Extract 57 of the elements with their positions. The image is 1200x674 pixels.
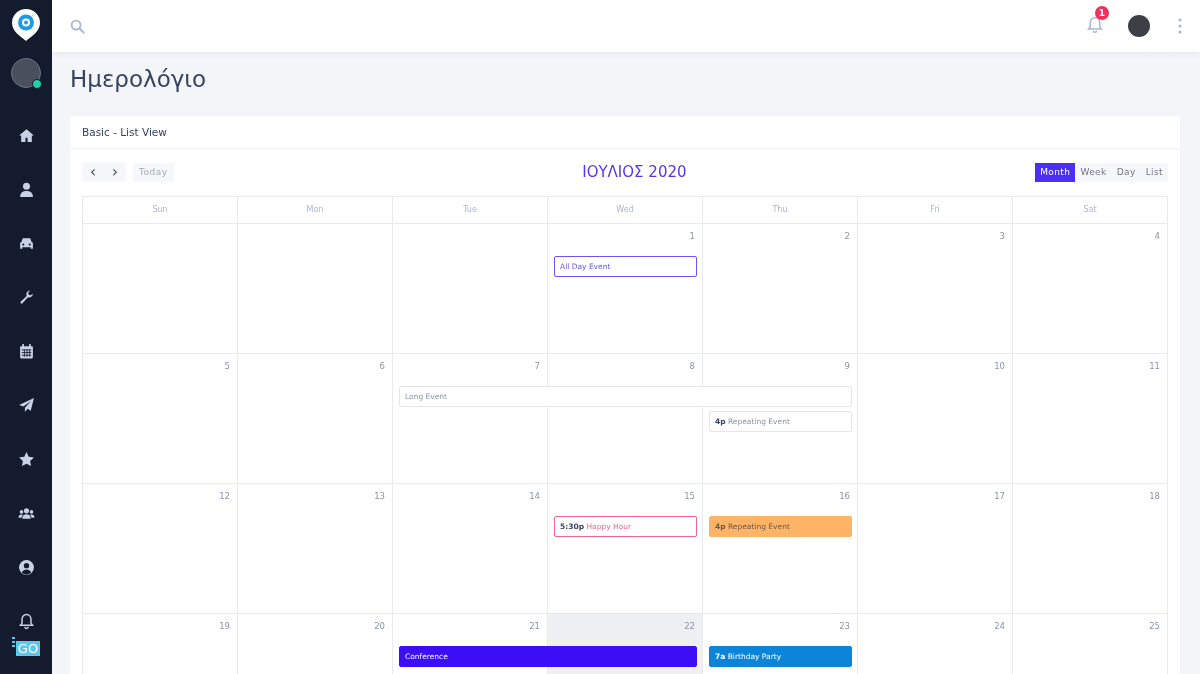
brand-logo: GO: [11, 637, 41, 656]
calendar-icon[interactable]: [17, 343, 35, 360]
weekday-header: Sun: [83, 197, 238, 224]
day-number: 16: [839, 491, 850, 501]
weekday-header: Mon: [238, 197, 393, 224]
day-number: 14: [529, 491, 540, 501]
view-tab[interactable]: Month: [1035, 162, 1076, 182]
day-number: 25: [1149, 621, 1160, 631]
weekday-header: Tue: [393, 197, 548, 224]
day-number: 6: [379, 361, 385, 371]
day-number: 17: [994, 491, 1005, 501]
day-number: 24: [994, 621, 1005, 631]
view-tab[interactable]: Week: [1075, 162, 1112, 182]
paper-plane-icon[interactable]: [17, 397, 35, 414]
previous-month-button[interactable]: ‹: [82, 162, 104, 182]
page-title: Ημερολόγιο: [70, 65, 208, 94]
day-number: 15: [684, 491, 695, 501]
day-number: 10: [994, 361, 1005, 371]
day-number: 20: [374, 621, 385, 631]
users-icon[interactable]: [17, 505, 35, 522]
day-number: 7: [534, 361, 540, 371]
day-number: 5: [224, 361, 230, 371]
day-number: 22: [684, 621, 695, 631]
day-number: 12: [219, 491, 230, 501]
view-tab[interactable]: List: [1140, 162, 1168, 182]
card-title: Basic - List View: [70, 116, 1180, 149]
notification-count: 1: [1095, 6, 1109, 20]
day-number: 21: [529, 621, 540, 631]
day-number: 13: [374, 491, 385, 501]
day-number: 2: [844, 231, 850, 241]
day-number: 1: [689, 231, 695, 241]
weekday-header: Thu: [703, 197, 858, 224]
day-number: 19: [219, 621, 230, 631]
wrench-icon[interactable]: [17, 289, 35, 306]
notifications-icon[interactable]: [1086, 16, 1104, 34]
calendar-title: ΙΟΥΛΙΟΣ 2020: [581, 163, 688, 181]
day-number: 8: [689, 361, 695, 371]
user-avatar[interactable]: [1128, 15, 1150, 37]
day-number: 4: [1154, 231, 1160, 241]
weekday-header: Fri: [858, 197, 1013, 224]
avatar[interactable]: [11, 58, 41, 88]
user-circle-icon[interactable]: [17, 559, 35, 576]
user-icon[interactable]: [17, 181, 35, 198]
day-number: 23: [839, 621, 850, 631]
day-number: 9: [844, 361, 850, 371]
day-number: 3: [999, 231, 1005, 241]
next-month-button[interactable]: ›: [104, 162, 126, 182]
bell-icon[interactable]: [17, 613, 35, 630]
day-number: 18: [1149, 491, 1160, 501]
weekday-header: Sat: [1013, 197, 1168, 224]
weekday-header: Wed: [548, 197, 703, 224]
car-icon[interactable]: [17, 235, 35, 252]
view-tab[interactable]: Day: [1111, 162, 1141, 182]
home-icon[interactable]: [17, 127, 35, 144]
day-number: 11: [1149, 361, 1160, 371]
star-icon[interactable]: [17, 451, 35, 468]
logo-icon[interactable]: [11, 8, 41, 42]
